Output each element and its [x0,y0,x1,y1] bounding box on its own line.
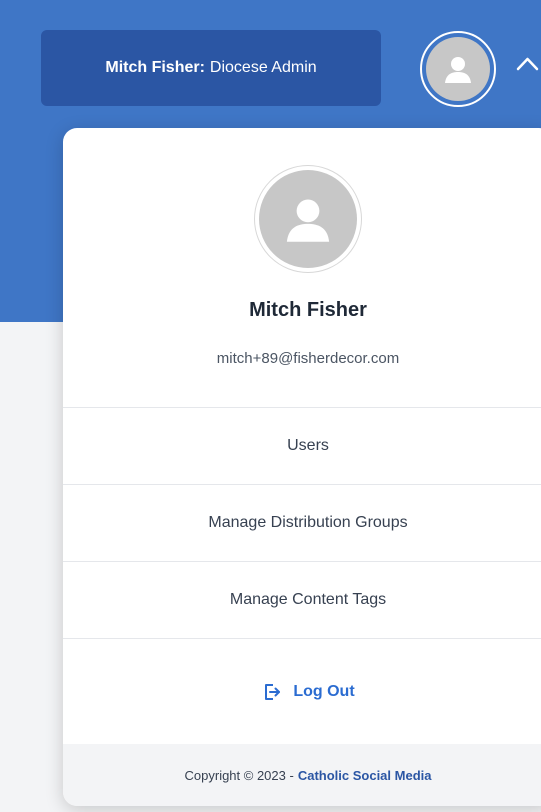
header-avatar-button[interactable] [420,31,496,107]
user-dropdown-menu: Mitch Fisher mitch+89@fisherdecor.com Us… [63,128,541,806]
logout-button[interactable]: Log Out [63,638,541,744]
footer: Copyright © 2023 - Catholic Social Media [63,744,541,806]
logout-label: Log Out [293,682,355,700]
user-role-badge[interactable]: Mitch Fisher: Diocese Admin [41,30,381,106]
menu-item-manage-distribution-groups[interactable]: Manage Distribution Groups [63,484,541,561]
logout-icon [261,681,283,703]
chevron-up-icon[interactable] [514,52,541,76]
user-name-prefix: Mitch Fisher: [105,59,205,76]
profile-avatar [254,165,362,273]
profile-email: mitch+89@fisherdecor.com [216,350,400,367]
user-role: Diocese Admin [209,59,317,76]
user-avatar-icon [259,170,357,268]
footer-link[interactable]: Catholic Social Media [298,768,432,783]
profile-name: Mitch Fisher [249,299,367,321]
menu-item-manage-content-tags[interactable]: Manage Content Tags [63,561,541,638]
user-avatar-icon [426,37,490,101]
copyright-text: Copyright © 2023 - [184,767,294,783]
menu-item-users[interactable]: Users [63,407,541,484]
profile-section: Mitch Fisher mitch+89@fisherdecor.com [63,128,541,407]
